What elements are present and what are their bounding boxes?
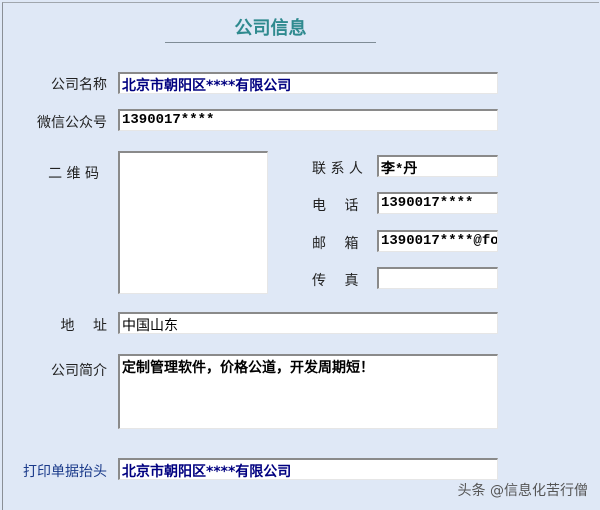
email-label: 邮 箱 <box>312 236 359 252</box>
qrcode-image-box[interactable] <box>118 151 268 294</box>
watermark: 头条 @信息化苦行僧 <box>457 483 588 499</box>
company-name-label: 公司名称 <box>51 77 107 93</box>
intro-label: 公司简介 <box>51 363 107 379</box>
wechat-label: 微信公众号 <box>37 115 107 131</box>
email-input[interactable]: 1390017****@fox <box>377 230 498 252</box>
phone-input[interactable]: 1390017**** <box>377 192 498 214</box>
wechat-input[interactable]: 1390017**** <box>118 109 498 131</box>
company-name-input[interactable]: 北京市朝阳区****有限公司 <box>118 72 498 94</box>
address-label: 地 址 <box>60 318 107 334</box>
title-underline <box>165 42 376 43</box>
contact-input[interactable]: 李*丹 <box>377 155 498 177</box>
fax-label: 传 真 <box>312 273 359 289</box>
print-header-input[interactable]: 北京市朝阳区****有限公司 <box>118 458 498 480</box>
print-header-label: 打印单据抬头 <box>23 464 107 480</box>
address-input[interactable]: 中国山东 <box>118 312 498 334</box>
qrcode-label: 二 维 码 <box>48 166 99 182</box>
contact-label: 联 系 人 <box>312 161 363 177</box>
fax-input[interactable] <box>377 267 498 289</box>
page-title: 公司信息 <box>234 18 307 39</box>
phone-label: 电 话 <box>312 198 359 214</box>
intro-textarea[interactable]: 定制管理软件，价格公道，开发周期短！ <box>118 354 498 429</box>
